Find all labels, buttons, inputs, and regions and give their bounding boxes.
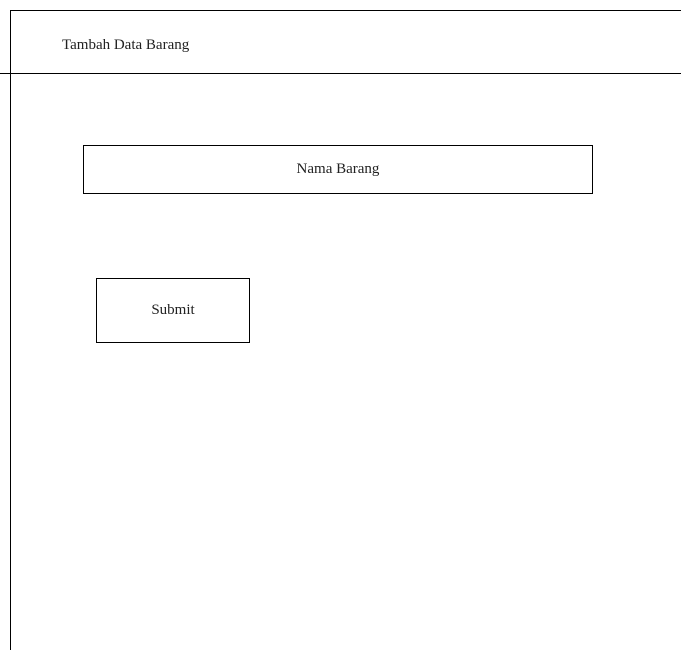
submit-button[interactable]: Submit: [96, 278, 250, 343]
page-title: Tambah Data Barang: [62, 37, 190, 53]
header-divider: [0, 73, 681, 74]
submit-label: Submit: [151, 302, 195, 318]
nama-barang-field[interactable]: Nama Barang: [83, 145, 593, 194]
nama-barang-label: Nama Barang: [296, 161, 380, 177]
